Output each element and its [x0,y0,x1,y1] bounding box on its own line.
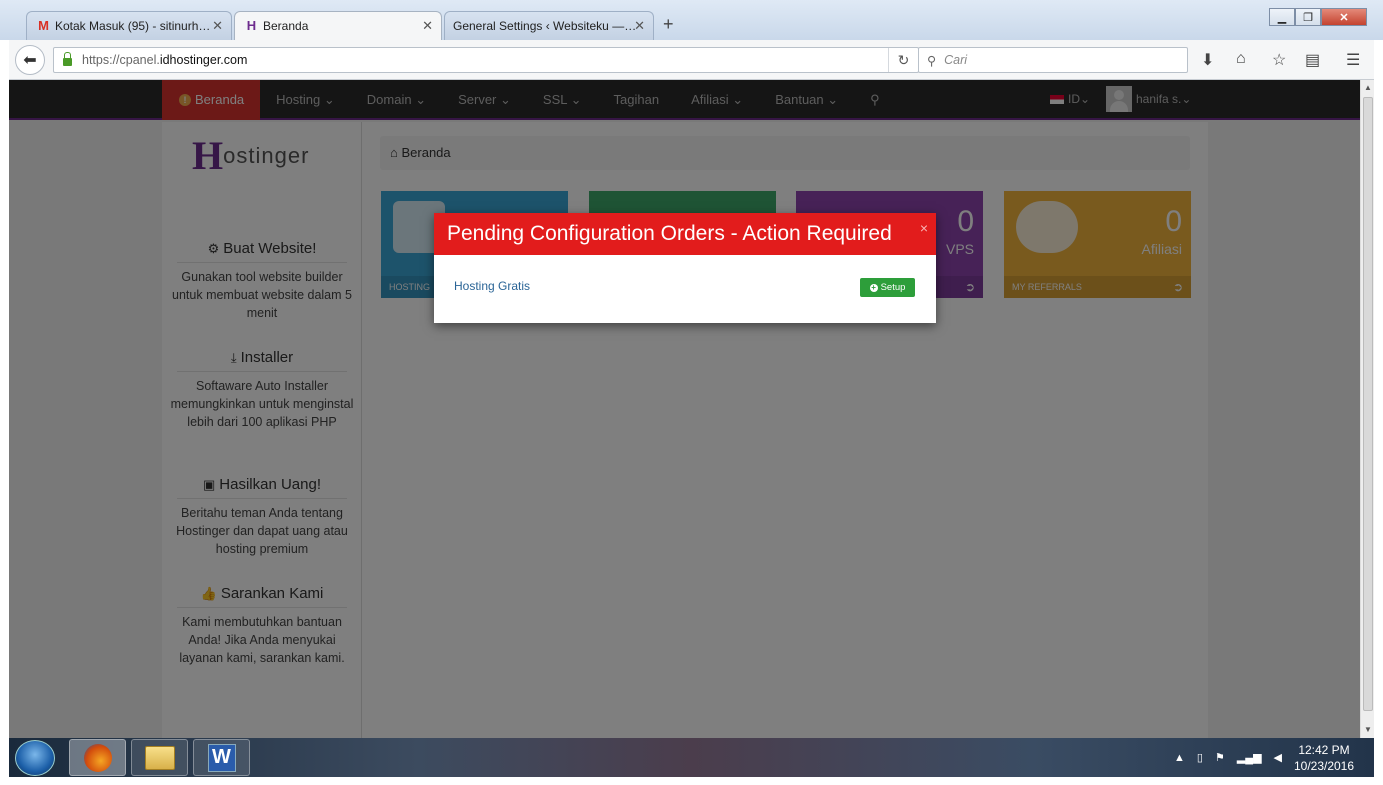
taskbar-word[interactable]: W [193,739,250,776]
clock[interactable]: 12:42 PM 10/23/2016 [1279,742,1369,774]
firefox-icon [83,743,112,772]
clock-date: 10/23/2016 [1293,759,1355,773]
modal-backdrop[interactable] [9,80,1360,738]
plus-circle-icon: + [869,282,878,292]
lock-icon [63,52,72,66]
minimize-button[interactable]: ▁ [1269,8,1295,26]
back-button[interactable]: ⬅ [15,45,45,75]
word-icon: W [207,743,236,772]
tab-gmail[interactable]: M Kotak Masuk (95) - sitinurh… ✕ [26,11,232,40]
scroll-down-icon[interactable]: ▼ [1364,725,1372,734]
navigation-toolbar: ⬅ https://cpanel.idhostinger.com ↻ ⚲ Car… [9,40,1374,80]
new-tab-button[interactable]: + [663,14,674,35]
search-icon: ⚲ [927,53,937,68]
hosting-gratis-link[interactable]: Hosting Gratis [454,279,530,293]
modal-title: Pending Configuration Orders - Action Re… [447,222,892,245]
restore-button[interactable]: ❐ [1295,8,1321,26]
bookmark-star-icon[interactable]: ☆ [1272,50,1286,70]
system-tray: ▲ ▯ ⚑ ▂▄▆ ◀ [1174,738,1294,777]
setup-button[interactable]: + Setup [860,278,915,297]
clock-time: 12:42 PM [1298,743,1350,757]
tab-beranda[interactable]: H Beranda ✕ [234,11,442,40]
search-placeholder: Cari [944,53,968,67]
tab-label: Beranda [263,19,309,33]
url-text: https://cpanel.idhostinger.com [82,53,248,67]
close-tab-icon[interactable]: ✕ [212,18,223,34]
close-tab-icon[interactable]: ✕ [634,18,645,34]
hostinger-icon: H [246,18,257,33]
tab-label: Kotak Masuk (95) - sitinurh… [55,19,211,33]
hamburger-menu-icon[interactable]: ☰ [1346,50,1360,70]
download-icon[interactable]: ⬇ [1201,50,1214,70]
network-signal-icon[interactable]: ▂▄▆ [1237,751,1262,764]
scroll-up-icon[interactable]: ▲ [1364,83,1372,92]
url-bar[interactable]: https://cpanel.idhostinger.com ↻ [53,47,919,73]
reading-list-icon[interactable]: ▤ [1305,50,1320,70]
power-icon[interactable]: ▯ [1197,751,1203,764]
windows-taskbar: W ▲ ▯ ⚑ ▂▄▆ ◀ 12:42 PM 10/23/2016 [9,738,1374,777]
modal-close-icon[interactable]: × [920,207,928,249]
search-input[interactable]: ⚲ Cari [918,47,1188,73]
browser-window: M Kotak Masuk (95) - sitinurh… ✕ H Beran… [0,0,1383,785]
taskbar-explorer[interactable] [131,739,188,776]
modal-header: Pending Configuration Orders - Action Re… [434,213,936,255]
tab-general-settings[interactable]: General Settings ‹ Websiteku —… ✕ [444,11,654,40]
reload-icon[interactable]: ↻ [888,48,918,72]
show-hidden-icons-icon[interactable]: ▲ [1174,752,1185,764]
tab-label: General Settings ‹ Websiteku —… [453,19,637,33]
close-window-button[interactable]: ✕ [1321,8,1367,26]
home-icon[interactable]: ⌂ [1236,50,1246,68]
tab-strip: M Kotak Masuk (95) - sitinurh… ✕ H Beran… [0,0,1383,40]
scrollbar[interactable]: ▲ ▼ [1360,80,1374,738]
gmail-icon: M [38,18,49,33]
back-arrow-icon: ⬅ [23,52,37,69]
start-button[interactable] [15,740,55,776]
pending-orders-modal: Pending Configuration Orders - Action Re… [434,213,936,323]
action-center-flag-icon[interactable]: ⚑ [1215,751,1225,764]
scrollbar-thumb[interactable] [1363,97,1373,711]
folder-icon [144,745,175,770]
taskbar-firefox[interactable] [69,739,126,776]
close-tab-icon[interactable]: ✕ [422,18,433,34]
web-page: !Beranda Hosting ⌄ Domain ⌄ Server ⌄ SSL… [9,80,1360,738]
